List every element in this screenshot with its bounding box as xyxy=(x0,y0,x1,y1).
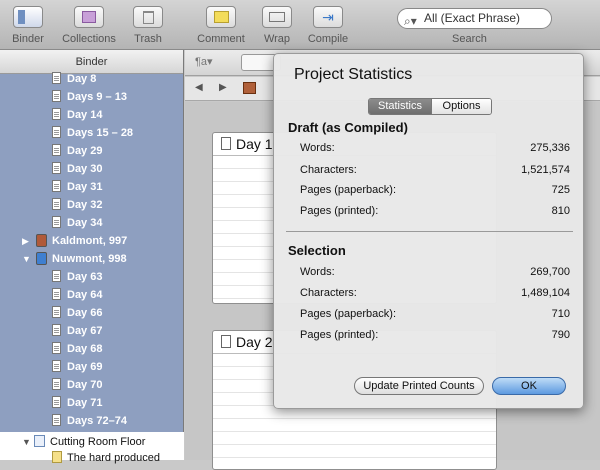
selection-section-title: Selection xyxy=(288,243,346,258)
binder-item[interactable]: Day 31 xyxy=(52,178,102,196)
document-icon xyxy=(52,180,61,192)
stat-row: Pages (paperback): 710 xyxy=(300,308,570,320)
document-icon xyxy=(52,72,61,84)
binder-item[interactable]: The hard produced xyxy=(52,450,160,466)
compile-button[interactable]: ⇥ Compile xyxy=(305,6,351,45)
toolbar: Binder Collections Trash Comment Wrap ⇥ … xyxy=(0,0,600,50)
document-icon xyxy=(52,378,61,390)
trash-button[interactable]: Trash xyxy=(128,6,168,45)
folder-icon xyxy=(36,252,47,265)
stat-row: Words: 275,336 xyxy=(300,142,570,154)
document-icon xyxy=(52,216,61,228)
document-icon xyxy=(52,90,61,102)
binder-item[interactable]: Days 15 – 28 xyxy=(52,124,133,142)
binder-icon xyxy=(13,6,43,28)
search-icon: ⌕▾ xyxy=(404,14,417,28)
binder-item[interactable]: Day 32 xyxy=(52,196,102,214)
stat-row: Pages (printed): 790 xyxy=(300,329,570,341)
binder-item[interactable]: Day 29 xyxy=(52,142,102,160)
card-title: Day 1 xyxy=(236,136,273,152)
document-icon xyxy=(52,396,61,408)
trash-icon xyxy=(133,6,163,28)
comment-button[interactable]: Comment xyxy=(196,6,246,45)
corkboard-icon xyxy=(243,82,256,94)
binder-folder-cutting-room[interactable]: ▼ Cutting Room Floor xyxy=(22,434,145,450)
document-icon xyxy=(52,162,61,174)
search-value: All (Exact Phrase) xyxy=(424,11,521,25)
binder-folder-nuwmont[interactable]: ▼ Nuwmont, 998 xyxy=(22,250,127,268)
wrap-icon xyxy=(262,6,292,28)
document-icon xyxy=(52,198,61,210)
binder-item[interactable]: Days 72–74 xyxy=(52,412,127,430)
cutting-room-icon xyxy=(34,435,45,447)
document-icon xyxy=(52,414,61,426)
binder-item[interactable]: Day 66 xyxy=(52,304,102,322)
compile-arrow-icon: ⇥ xyxy=(313,6,343,28)
binder-item[interactable]: Day 68 xyxy=(52,340,102,358)
document-icon xyxy=(52,360,61,372)
back-arrow-icon[interactable]: ◀ xyxy=(195,82,203,93)
disclosure-right-icon[interactable]: ▶ xyxy=(22,232,32,250)
draft-section-title: Draft (as Compiled) xyxy=(288,120,408,135)
binder-folder-kaldmont[interactable]: ▶ Kaldmont, 997 xyxy=(22,232,127,250)
forward-arrow-icon[interactable]: ▶ xyxy=(219,82,227,93)
wrap-button[interactable]: Wrap xyxy=(257,6,297,45)
folder-icon xyxy=(36,234,47,247)
stat-row: Words: 269,700 xyxy=(300,266,570,278)
binder-item[interactable]: Day 70 xyxy=(52,376,102,394)
binder-item[interactable]: Day 30 xyxy=(52,160,102,178)
search-label: Search xyxy=(452,33,487,45)
disclosure-down-icon[interactable]: ▼ xyxy=(22,250,32,268)
paragraph-style-icon[interactable]: ¶a▾ xyxy=(195,55,213,68)
binder-item[interactable]: Day 71 xyxy=(52,394,102,412)
document-icon xyxy=(52,108,61,120)
search-field[interactable]: ⌕▾ All (Exact Phrase) xyxy=(397,8,552,29)
stat-row: Pages (paperback): 725 xyxy=(300,184,570,196)
stat-row: Characters: 1,489,104 xyxy=(300,287,570,299)
tab-statistics[interactable]: Statistics xyxy=(369,99,431,114)
document-icon xyxy=(52,342,61,354)
binder-sidebar: Binder Day 8 Days 9 – 13 Day 14 Days 15 … xyxy=(0,50,184,460)
binder-item[interactable]: Day 69 xyxy=(52,358,102,376)
stat-row: Pages (printed): 810 xyxy=(300,205,570,217)
document-icon xyxy=(52,144,61,156)
update-printed-counts-button[interactable]: Update Printed Counts xyxy=(354,377,484,395)
binder-item[interactable]: Day 63 xyxy=(52,268,102,286)
stats-tab-control: Statistics Options xyxy=(368,98,492,115)
cutting-room-section: ▼ Cutting Room Floor The hard produced xyxy=(0,432,184,464)
panel-title: Project Statistics xyxy=(294,66,413,83)
disclosure-down-icon[interactable]: ▼ xyxy=(22,434,34,450)
binder-item[interactable]: Day 8 xyxy=(52,70,96,88)
comment-icon xyxy=(206,6,236,28)
tab-options[interactable]: Options xyxy=(431,99,491,114)
binder-item[interactable]: Day 34 xyxy=(52,214,102,232)
card-title: Day 2 xyxy=(236,334,273,350)
document-icon xyxy=(221,137,231,150)
document-icon xyxy=(52,451,62,463)
project-statistics-panel: Project Statistics Statistics Options Dr… xyxy=(273,53,584,409)
section-divider xyxy=(286,231,573,232)
stat-row: Characters: 1,521,574 xyxy=(300,164,570,176)
document-icon xyxy=(52,270,61,282)
binder-item[interactable]: Day 14 xyxy=(52,106,102,124)
collections-button[interactable]: Collections xyxy=(60,6,118,45)
document-icon xyxy=(52,306,61,318)
document-icon xyxy=(221,335,231,348)
document-icon xyxy=(52,126,61,138)
binder-item[interactable]: Days 9 – 13 xyxy=(52,88,127,106)
binder-item[interactable]: Day 64 xyxy=(52,286,102,304)
collections-icon xyxy=(74,6,104,28)
binder-button[interactable]: Binder xyxy=(8,6,48,45)
document-icon xyxy=(52,288,61,300)
document-icon xyxy=(52,324,61,336)
ok-button[interactable]: OK xyxy=(492,377,566,395)
binder-item[interactable]: Day 67 xyxy=(52,322,102,340)
